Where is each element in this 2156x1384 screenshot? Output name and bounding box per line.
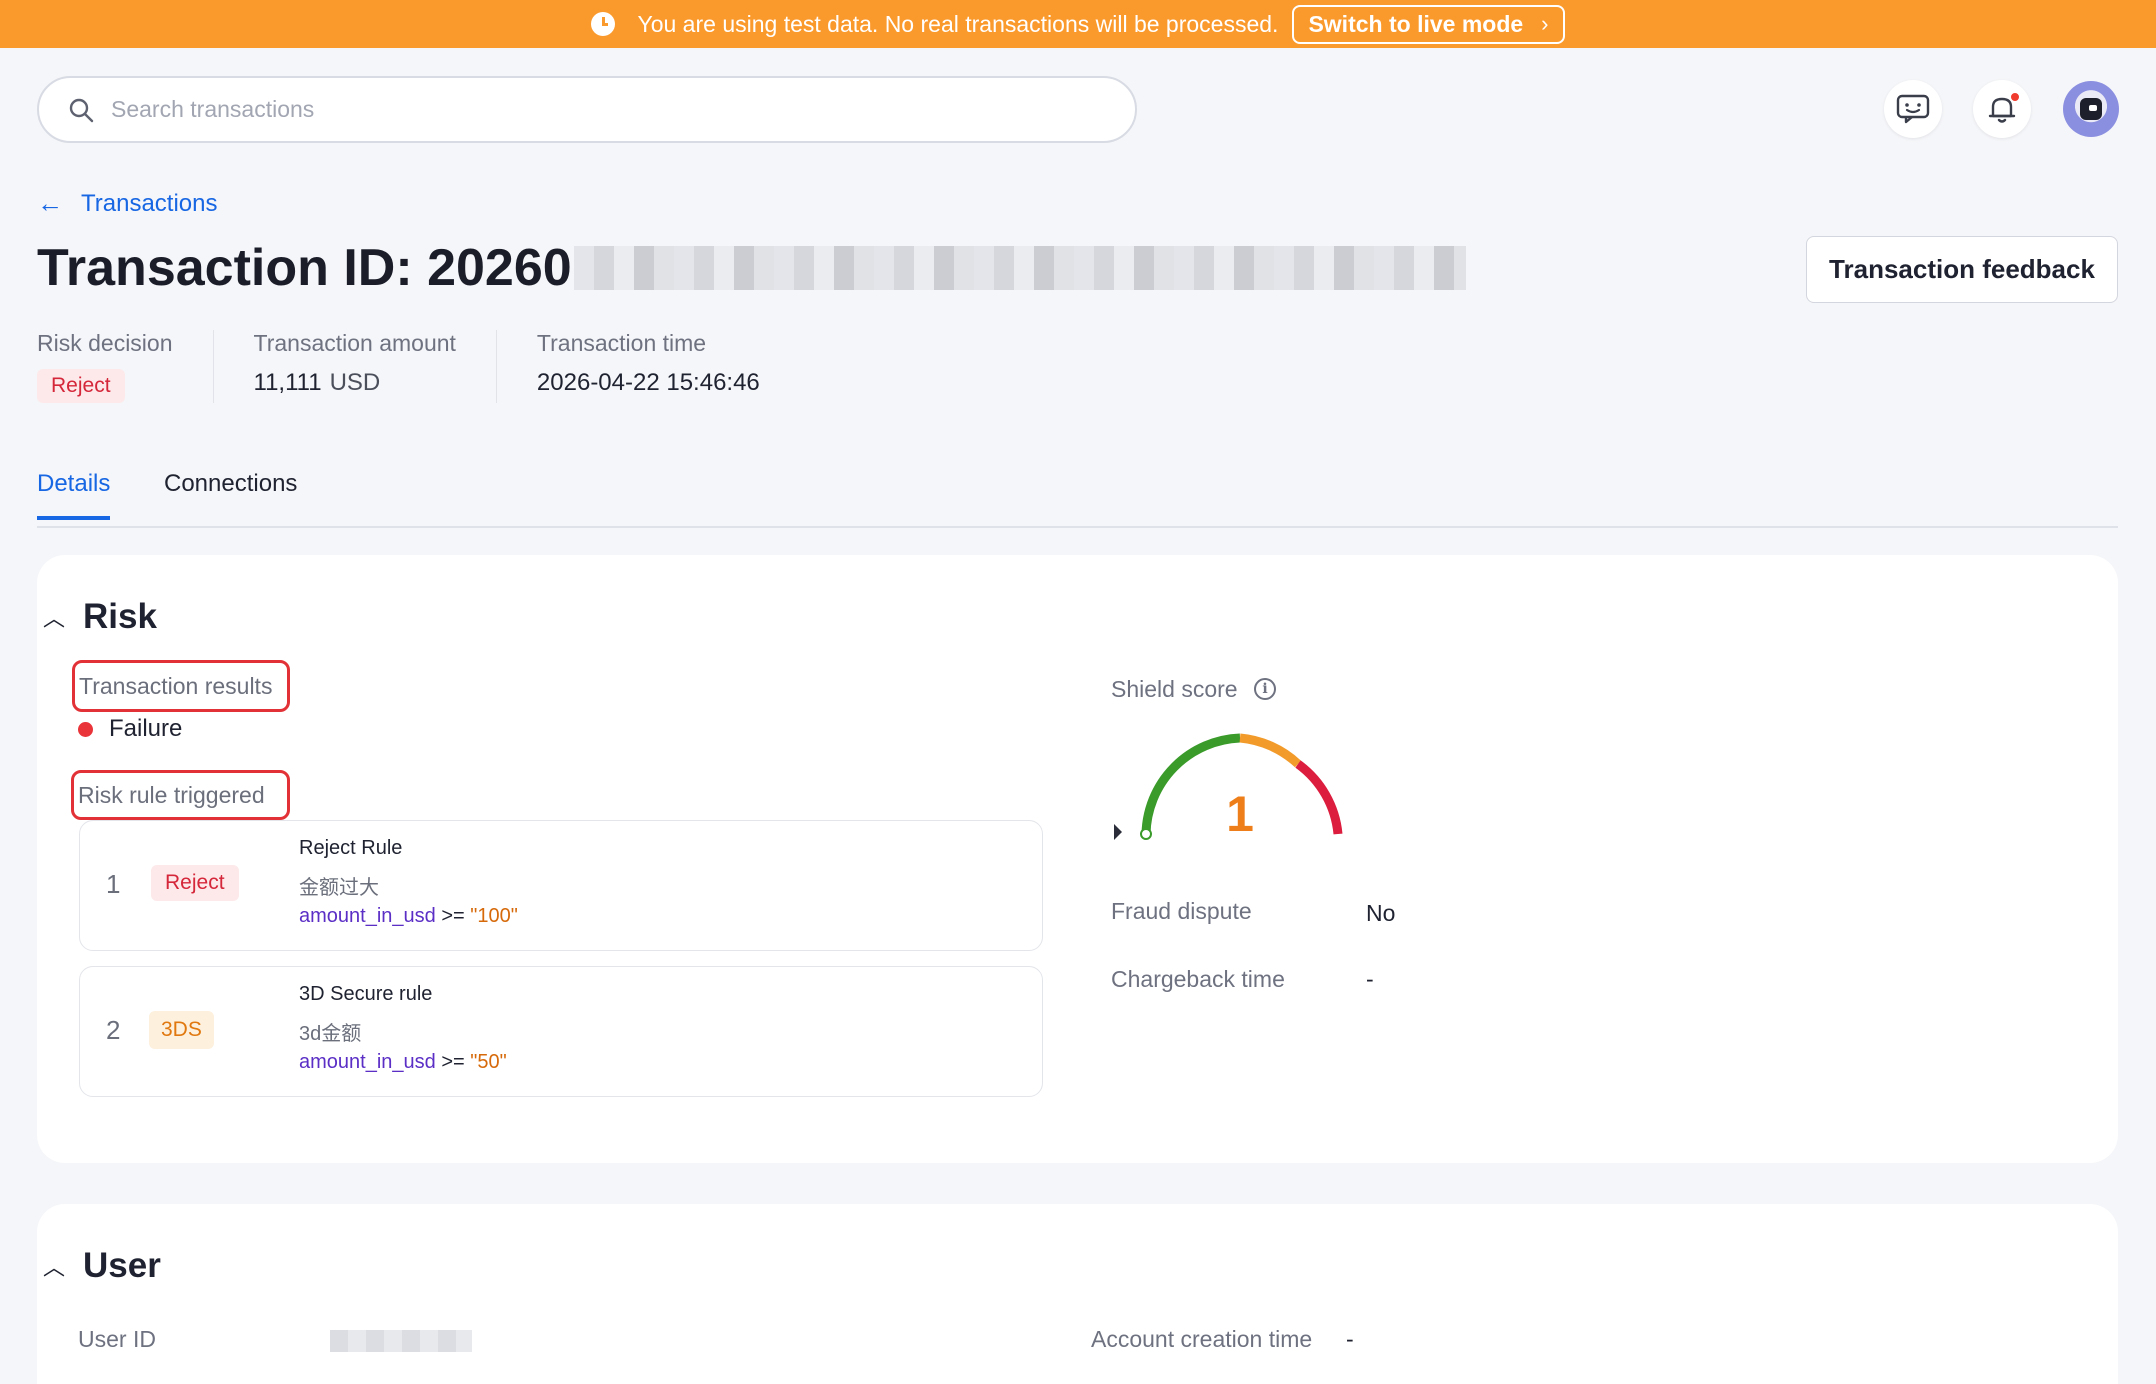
search-icon	[69, 98, 94, 122]
risk-rule-item: 2 3DS 3D Secure rule 3d金额 amount_in_usd …	[79, 966, 1043, 1097]
risk-section-title: Risk	[83, 597, 157, 636]
transaction-amount-currency: USD	[329, 369, 381, 396]
user-id-label: User ID	[78, 1326, 156, 1352]
transaction-results-label: Transaction results	[72, 660, 290, 712]
failure-status-dot	[78, 721, 93, 737]
rule-field: amount_in_usd	[299, 905, 436, 927]
rule-description: 3d金额	[299, 1023, 362, 1045]
transaction-result: Failure	[78, 715, 182, 743]
account-creation-time-label: Account creation time	[1091, 1326, 1313, 1352]
rule-action-badge: 3DS	[149, 1011, 214, 1049]
user-card	[37, 1204, 2118, 1384]
user-section-title: User	[83, 1246, 161, 1285]
chargeback-time-label: Chargeback time	[1111, 966, 1285, 992]
back-to-transactions-link[interactable]: ← Transactions	[37, 188, 218, 219]
page-title: Transaction ID: 20260	[37, 238, 1466, 298]
rule-description: 金额过大	[299, 877, 379, 899]
transaction-feedback-button[interactable]: Transaction feedback	[1806, 236, 2118, 303]
transaction-time-value: 2026-04-22 15:46:46	[536, 369, 760, 396]
search-bar[interactable]	[37, 76, 1137, 143]
back-link-label: Transactions	[81, 189, 218, 217]
account-creation-time-value: -	[1346, 1326, 1354, 1352]
user-avatar[interactable]	[2063, 81, 2119, 137]
transaction-id-text: Transaction ID: 20260	[37, 239, 572, 297]
tab-bar: Details Connections	[37, 470, 2118, 528]
shield-score-value: 1	[1226, 786, 1254, 842]
rule-operator: >=	[441, 905, 465, 927]
switch-live-mode-button[interactable]: Switch to live mode ›	[1292, 4, 1565, 44]
rule-index: 1	[106, 869, 121, 899]
transaction-result-value: Failure	[109, 715, 183, 742]
transaction-amount-value: 11,111	[253, 369, 322, 396]
notification-dot	[2010, 92, 2020, 102]
rule-name: 3D Secure rule	[299, 983, 433, 1005]
shield-score-label: Shield score	[1111, 676, 1238, 702]
rule-value: "50"	[470, 1051, 507, 1073]
redacted-transaction-id	[573, 246, 1466, 290]
transaction-time-label: Transaction time	[536, 330, 707, 356]
test-data-banner: You are using test data. No real transac…	[0, 0, 2156, 48]
transaction-summary: Risk decision Reject Transaction amount …	[37, 330, 800, 403]
risk-decision-column: Risk decision Reject	[37, 330, 213, 403]
transaction-amount-column: Transaction amount 11,111 USD	[212, 330, 496, 403]
risk-section-header[interactable]: ︿ Risk	[43, 597, 157, 637]
rule-value: "100"	[470, 905, 518, 927]
avatar-robot-icon	[2080, 98, 2102, 120]
rule-expression: amount_in_usd >= "100"	[299, 905, 518, 928]
rule-action-badge: Reject	[151, 865, 239, 901]
user-section-header[interactable]: ︿ User	[43, 1246, 161, 1286]
chevron-up-icon: ︿	[43, 1255, 66, 1280]
arrow-left-icon: ←	[37, 188, 63, 218]
risk-decision-label: Risk decision	[37, 330, 173, 356]
risk-rule-triggered-label-text: Risk rule triggered	[78, 781, 265, 808]
notifications-button[interactable]	[1973, 80, 2031, 138]
rule-name: Reject Rule	[299, 837, 403, 859]
search-input[interactable]	[111, 96, 1011, 123]
rule-field: amount_in_usd	[299, 1051, 436, 1073]
info-icon[interactable]: i	[1254, 678, 1276, 700]
transaction-results-label-text: Transaction results	[79, 672, 273, 699]
fraud-dispute-label: Fraud dispute	[1111, 898, 1252, 924]
switch-live-mode-label: Switch to live mode	[1308, 10, 1524, 37]
risk-rule-triggered-label: Risk rule triggered	[71, 770, 290, 820]
support-chat-button[interactable]	[1884, 80, 1942, 138]
chargeback-time-value: -	[1366, 966, 1374, 992]
fraud-dispute-value: No	[1366, 900, 1396, 926]
transaction-amount-label: Transaction amount	[253, 330, 456, 356]
chevron-right-icon: ›	[1541, 11, 1549, 36]
risk-rule-item: 1 Reject Reject Rule 金额过大 amount_in_usd …	[79, 820, 1043, 951]
risk-decision-badge: Reject	[37, 369, 125, 403]
chat-bot-icon	[1896, 94, 1930, 124]
tab-connections[interactable]: Connections	[164, 470, 297, 516]
clock-icon	[591, 12, 616, 36]
rule-index: 2	[106, 1015, 121, 1045]
rule-expression: amount_in_usd >= "50"	[299, 1051, 507, 1074]
banner-message: You are using test data. No real transac…	[637, 10, 1279, 37]
redacted-user-id	[330, 1330, 472, 1352]
tab-details[interactable]: Details	[37, 470, 111, 520]
transaction-time-column: Transaction time 2026-04-22 15:46:46	[495, 330, 800, 403]
rule-operator: >=	[441, 1051, 465, 1073]
chevron-up-icon: ︿	[43, 606, 66, 631]
